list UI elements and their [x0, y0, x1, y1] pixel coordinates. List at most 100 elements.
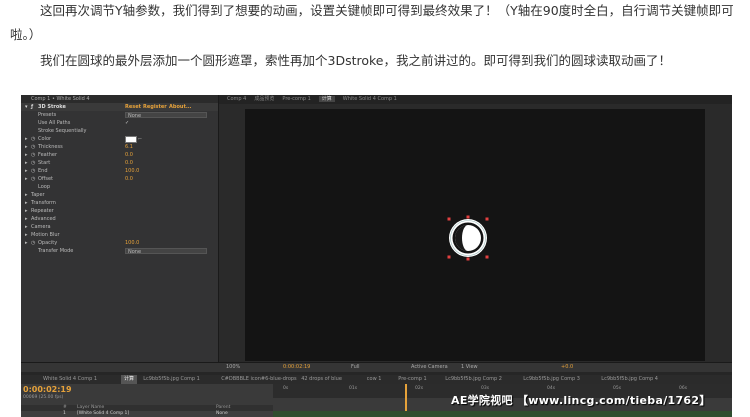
mask-vertex[interactable] [466, 257, 470, 261]
effect-param-label: Advanced [31, 216, 56, 222]
timeline-tab[interactable]: White Solid 4 Comp 1 [43, 375, 97, 384]
reset-link[interactable]: Reset [125, 103, 141, 111]
expand-triangle-icon[interactable]: ▸ [25, 207, 28, 215]
zoom-dropdown[interactable]: 100% [226, 363, 240, 372]
mask-vertex[interactable] [447, 217, 451, 221]
effect-param-value[interactable]: 0.0 [125, 175, 133, 183]
effect-param-value[interactable]: 6.1 [125, 143, 133, 151]
exposure-value[interactable]: +0.0 [561, 363, 573, 372]
layer-parent[interactable]: None [216, 411, 228, 417]
effect-param-value[interactable]: 0.0 [125, 151, 133, 159]
composition-tab-bar: Comp 4 成品预览 Pre-comp 1 计算 White Solid 4 Comp… [219, 95, 732, 104]
mask-vertex[interactable] [485, 255, 489, 259]
stopwatch-icon[interactable]: ◷ [31, 159, 35, 167]
effect-param-row[interactable]: ▸ ◷ Feather 0.0 [21, 151, 218, 159]
about-link[interactable]: About... [169, 103, 192, 111]
eyedropper-icon[interactable]: ⌐ [138, 135, 142, 143]
expand-triangle-icon[interactable]: ▸ [25, 143, 28, 151]
timeline-timecode[interactable]: 0:00:02:19 [23, 385, 72, 394]
mask-vertex[interactable] [466, 215, 470, 219]
effect-param-row[interactable]: Stroke Sequentially [21, 127, 218, 135]
expand-triangle-icon[interactable]: ▾ [25, 103, 28, 111]
expand-triangle-icon[interactable]: ▸ [25, 231, 28, 239]
timeline-tab[interactable]: Lc9bb5f5b.jpg Comp 1 [143, 375, 200, 384]
mask-vertex[interactable] [485, 217, 489, 221]
effect-header-row[interactable]: ▾ ƒ 3D Stroke Reset Register About... [21, 103, 218, 111]
effect-param-value[interactable]: 100.0 [125, 239, 139, 247]
effect-param-row[interactable]: ▸ Taper [21, 191, 218, 199]
effect-param-row[interactable]: Use All Paths ✓ [21, 119, 218, 127]
viewer-timecode[interactable]: 0:00:02:19 [283, 363, 310, 372]
stopwatch-icon[interactable]: ◷ [31, 143, 35, 151]
effect-param-row[interactable]: ▸ ◷ Color ⌐ [21, 135, 218, 143]
mask-vertex[interactable] [447, 255, 451, 259]
effect-param-row[interactable]: ▸ ◷ Start 0.0 [21, 159, 218, 167]
effect-param-row[interactable]: ▸ Transform [21, 199, 218, 207]
stopwatch-icon[interactable]: ◷ [31, 135, 35, 143]
effect-param-label: Motion Blur [31, 232, 60, 238]
color-swatch[interactable] [125, 136, 137, 143]
composition-tab[interactable]: White Solid 4 Comp 1 [343, 96, 397, 102]
timeline-tab[interactable]: Lc9bb5f5b.jpg Comp 2 [445, 375, 502, 384]
expand-triangle-icon[interactable]: ▸ [25, 175, 28, 183]
effect-param-value[interactable]: 100.0 [125, 167, 139, 175]
timeline-tab[interactable]: 42 drops of blue [301, 375, 342, 384]
timeline-tab[interactable]: Lc9bb5f5b.jpg Comp 3 [523, 375, 580, 384]
effect-param-label: Offset [38, 176, 54, 182]
register-link[interactable]: Register [143, 103, 167, 111]
effect-param-row[interactable]: ▸ ◷ Offset 0.0 [21, 175, 218, 183]
viewer-canvas [447, 215, 489, 261]
effect-param-label: Thickness [38, 144, 63, 150]
effect-param-row[interactable]: ▸ Motion Blur [21, 231, 218, 239]
expand-triangle-icon[interactable]: ▸ [25, 151, 28, 159]
expand-triangle-icon[interactable]: ▸ [25, 215, 28, 223]
stopwatch-icon[interactable]: ◷ [31, 167, 35, 175]
expand-triangle-icon[interactable]: ▸ [25, 239, 28, 247]
layer-duration-bar[interactable] [273, 411, 732, 417]
camera-dropdown[interactable]: Active Camera [411, 363, 448, 372]
effect-param-row[interactable]: Transfer Mode None [21, 247, 218, 255]
effect-parameter-list: Presets None Use All Paths ✓ Stroke Sequenti… [21, 111, 218, 255]
watermark: AE学院视吧 【www.lincg.com/tieba/1762】 [451, 394, 711, 407]
timeline-tab[interactable]: C#DBBBLE icon#6-blue-drops [221, 375, 296, 384]
ruler-label: 01s [349, 386, 358, 391]
expand-triangle-icon[interactable]: ▸ [25, 223, 28, 231]
article-paragraph-1-cont: 啦。） [10, 27, 42, 42]
effect-controls-layer-label: Comp 1 • White Solid 4 [21, 95, 218, 103]
effect-param-dropdown[interactable]: None [125, 248, 207, 255]
composition-tab[interactable]: Comp 4 [227, 96, 246, 102]
effect-param-row[interactable]: Presets None [21, 111, 218, 119]
layer-row[interactable]: 1 [White Solid 4 Comp 1] None [21, 411, 273, 417]
timeline-tab[interactable]: Lc9bb5f5b.jpg Comp 4 [601, 375, 658, 384]
expand-triangle-icon[interactable]: ▸ [25, 199, 28, 207]
expand-triangle-icon[interactable]: ▸ [25, 167, 28, 175]
effect-param-row[interactable]: ▸ ◷ End 100.0 [21, 167, 218, 175]
composition-tab[interactable]: 计算 [318, 96, 335, 102]
expand-triangle-icon[interactable]: ▸ [25, 135, 28, 143]
effect-param-value[interactable]: ✓ [125, 119, 129, 127]
effect-param-row[interactable]: ▸ Repeater [21, 207, 218, 215]
composition-tab[interactable]: Pre-comp 1 [282, 96, 310, 102]
expand-triangle-icon[interactable]: ▸ [25, 159, 28, 167]
effect-param-row[interactable]: Loop [21, 183, 218, 191]
effect-param-dropdown[interactable]: None [125, 112, 207, 119]
view-layout-dropdown[interactable]: 1 View [461, 363, 478, 372]
timeline-tab[interactable]: Pre-comp 1 [398, 375, 426, 384]
resolution-dropdown[interactable]: Full [351, 363, 360, 372]
article-paragraph-1: 这回再次调节Y轴参数，我们得到了想要的动画，设置关键帧即可得到最终效果了！（Y轴… [40, 3, 734, 18]
stopwatch-icon[interactable]: ◷ [31, 175, 35, 183]
effect-param-row[interactable]: ▸ Advanced [21, 215, 218, 223]
expand-triangle-icon[interactable]: ▸ [25, 191, 28, 199]
timeline-tab[interactable]: 计算 [121, 375, 138, 384]
effect-param-row[interactable]: ▸ ◷ Opacity 100.0 [21, 239, 218, 247]
composition-viewer[interactable] [245, 109, 705, 361]
effect-param-row[interactable]: ▸ ◷ Thickness 6.1 [21, 143, 218, 151]
stopwatch-icon[interactable]: ◷ [31, 151, 35, 159]
timeline-tab[interactable]: cow 1 [367, 375, 382, 384]
ruler-label: 05s [613, 386, 622, 391]
effect-param-value[interactable]: 0.0 [125, 159, 133, 167]
layer-name[interactable]: [White Solid 4 Comp 1] [77, 411, 129, 417]
stopwatch-icon[interactable]: ◷ [31, 239, 35, 247]
composition-tab[interactable]: 成品预览 [254, 96, 274, 102]
effect-param-row[interactable]: ▸ Camera [21, 223, 218, 231]
